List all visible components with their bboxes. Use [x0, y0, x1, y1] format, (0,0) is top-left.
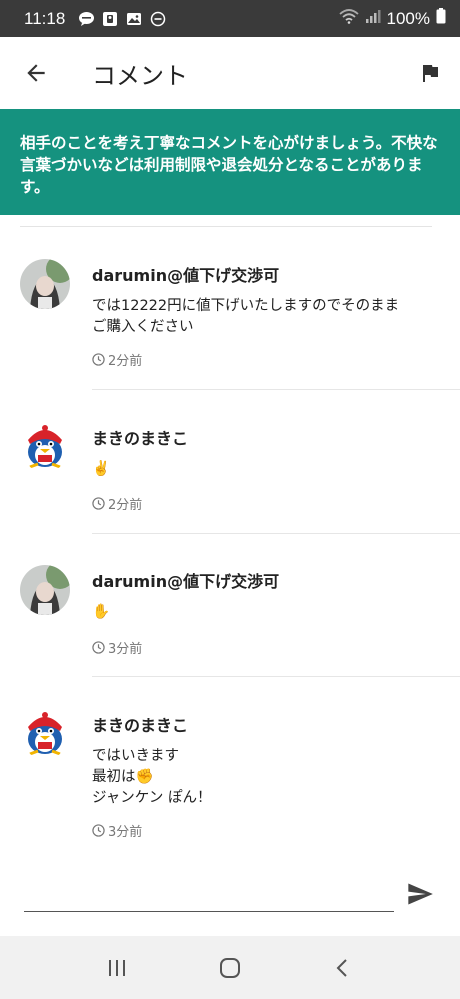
home-button[interactable] — [200, 943, 260, 993]
comment-line: ジャンケン ぽん！ — [92, 790, 212, 806]
divider — [20, 226, 432, 227]
comment-time-text: 2分前 — [108, 354, 143, 369]
comment-line: では12222円に値下げいたしますのでそのまま — [92, 298, 400, 314]
clock-icon — [92, 353, 105, 366]
status-time: 11:18 — [24, 8, 66, 28]
signal-icon — [365, 8, 381, 29]
page-title: コメント — [92, 61, 188, 90]
comment-time-text: 3分前 — [108, 825, 143, 840]
image-notification-icon — [125, 10, 143, 28]
flag-icon — [423, 65, 438, 82]
divider — [92, 676, 460, 677]
clock-icon — [92, 824, 105, 837]
battery-icon — [436, 8, 446, 29]
avatar[interactable] — [20, 709, 70, 759]
comment-body: ではいきます 最初は✊ ジャンケン ぽん！ — [92, 746, 442, 809]
home-icon — [219, 957, 240, 978]
recent-apps-icon — [108, 959, 125, 976]
comment-line: ご購入ください — [92, 319, 194, 335]
app-bar: コメント — [0, 37, 460, 109]
etiquette-notice: 相手のことを考え丁寧なコメントを心がけましょう。不快な言葉づかいなどは利用制限や… — [0, 109, 460, 215]
system-nav-bar — [0, 936, 460, 999]
divider — [92, 389, 460, 390]
arrow-left-icon — [27, 64, 45, 82]
back-button[interactable] — [0, 37, 72, 109]
notice-text: 相手のことを考え丁寧なコメントを心がけましょう。不快な言葉づかいなどは利用制限や… — [20, 134, 438, 196]
avatar[interactable] — [20, 565, 70, 615]
wifi-icon — [338, 8, 359, 29]
send-icon — [408, 883, 433, 905]
comment-body: ✋ — [92, 602, 442, 623]
comment-time: 3分前 — [92, 638, 142, 657]
comment-time: 2分前 — [92, 494, 142, 513]
avatar[interactable] — [20, 259, 70, 309]
comment-input[interactable] — [24, 866, 394, 912]
clock-icon — [92, 641, 105, 654]
comment-time: 3分前 — [92, 821, 142, 840]
comment-line: ✌️ — [92, 461, 111, 477]
comment-author[interactable]: まきのまきこ — [92, 425, 188, 449]
back-nav-button[interactable] — [313, 943, 373, 993]
divider — [92, 533, 460, 534]
app-notification-icon — [101, 10, 119, 28]
battery-level: 100% — [386, 8, 430, 28]
comment-line: ではいきます — [92, 748, 179, 764]
avatar[interactable] — [20, 422, 70, 472]
comment-time-text: 2分前 — [108, 498, 143, 513]
chat-notification-icon — [77, 10, 95, 28]
comment-body: ✌️ — [92, 459, 442, 480]
comment-author[interactable]: darumin@値下げ交渉可 — [92, 262, 279, 286]
comment-composer — [0, 866, 460, 936]
send-button[interactable] — [404, 878, 436, 910]
status-bar: 11:18 100% — [0, 0, 460, 37]
clock-icon — [92, 497, 105, 510]
recent-apps-button[interactable] — [87, 943, 147, 993]
chevron-left-icon — [336, 958, 348, 977]
comment-line: 最初は✊ — [92, 769, 154, 785]
do-not-disturb-icon — [149, 10, 167, 28]
comment-time: 2分前 — [92, 350, 142, 369]
status-right: 100% — [338, 8, 446, 29]
comment-body: では12222円に値下げいたしますのでそのまま ご購入ください — [92, 296, 442, 338]
report-button[interactable] — [400, 37, 460, 109]
comment-author[interactable]: darumin@値下げ交渉可 — [92, 568, 279, 592]
comment-author[interactable]: まきのまきこ — [92, 712, 188, 736]
comment-line: ✋ — [92, 604, 111, 620]
comment-time-text: 3分前 — [108, 642, 143, 657]
